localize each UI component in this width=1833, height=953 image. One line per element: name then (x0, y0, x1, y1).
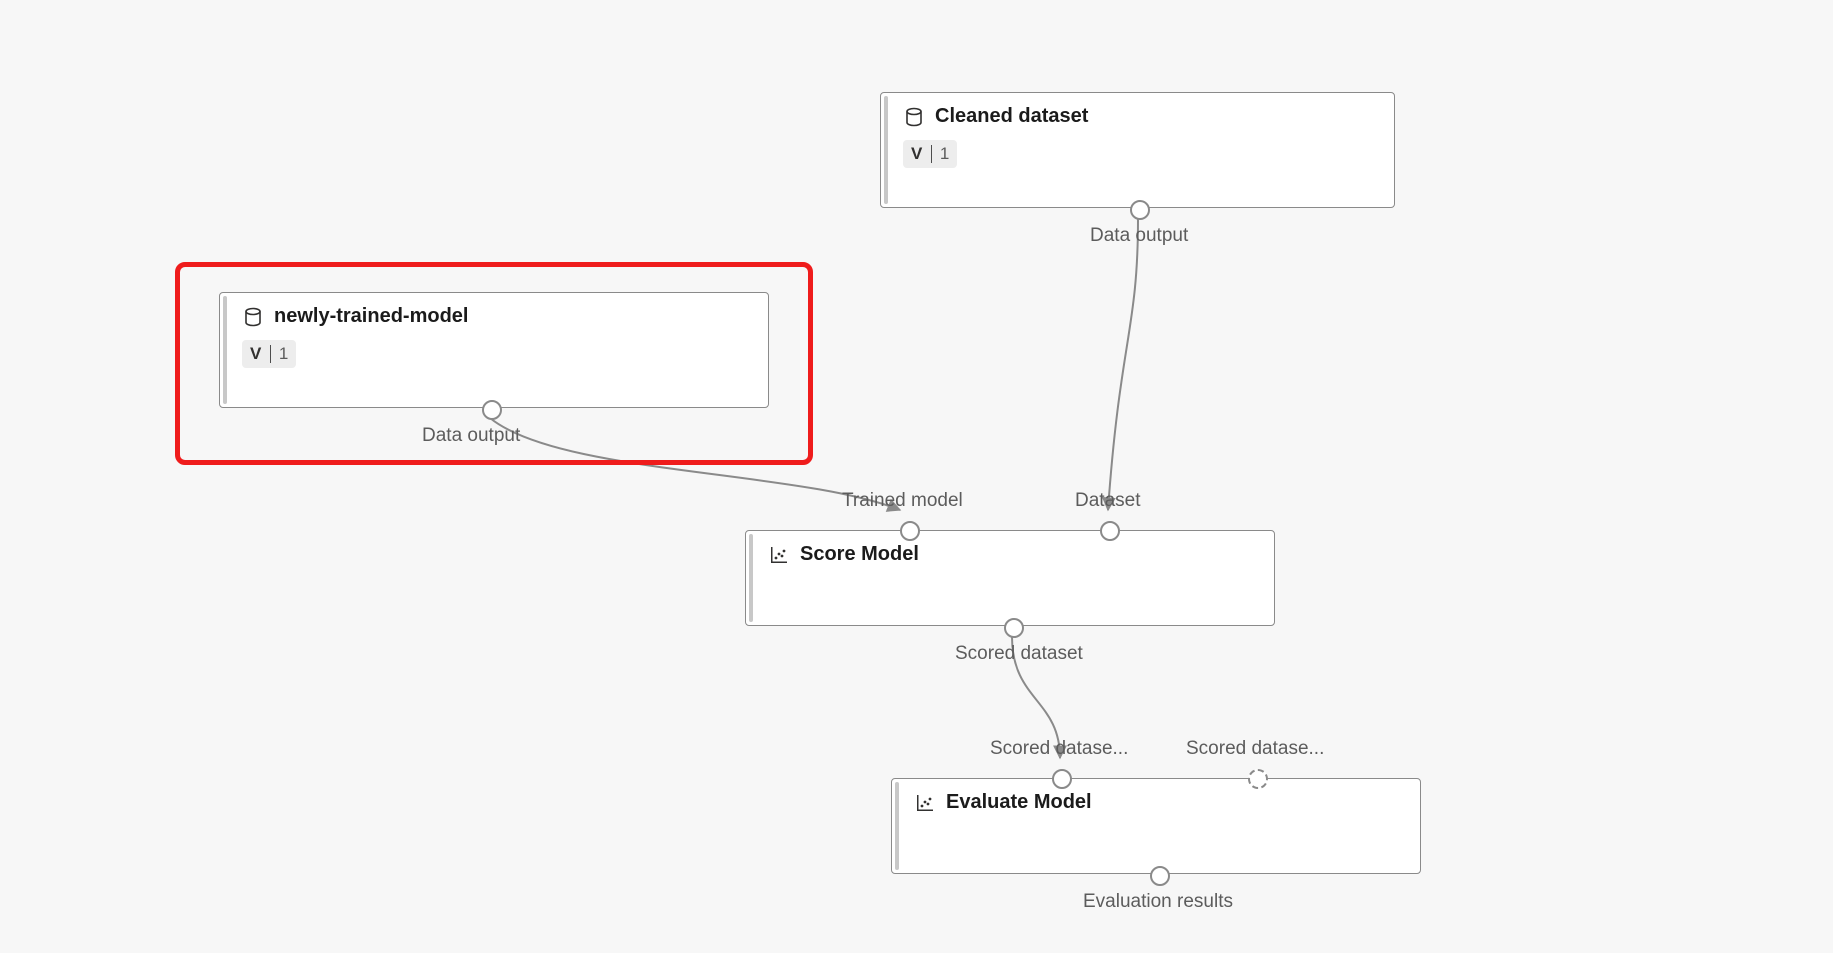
port-label: Scored datase... (1186, 738, 1324, 760)
pipeline-canvas[interactable]: Cleaned dataset V 1 Data output newly-tr… (0, 0, 1833, 953)
scatter-icon (768, 544, 790, 566)
version-badge: V 1 (242, 340, 296, 368)
port-eval-in2-optional[interactable] (1248, 769, 1268, 789)
version-separator (270, 345, 271, 363)
port-score-in-dataset[interactable] (1100, 521, 1120, 541)
node-stripe (223, 296, 227, 404)
version-letter: V (911, 144, 923, 164)
node-title: Cleaned dataset (935, 105, 1088, 128)
node-stripe (749, 534, 753, 622)
port-cleaned-out[interactable] (1130, 200, 1150, 220)
port-score-in-trained-model[interactable] (900, 521, 920, 541)
port-label: Data output (1090, 225, 1188, 247)
port-eval-out[interactable] (1150, 866, 1170, 886)
version-number: 1 (279, 344, 288, 364)
database-icon (903, 106, 925, 128)
version-number: 1 (940, 144, 949, 164)
node-title: newly-trained-model (274, 305, 468, 328)
node-cleaned-dataset[interactable]: Cleaned dataset V 1 (880, 92, 1395, 208)
node-title: Evaluate Model (946, 791, 1092, 814)
port-label: Dataset (1075, 490, 1140, 512)
version-letter: V (250, 344, 262, 364)
node-score-model[interactable]: Score Model (745, 530, 1275, 626)
port-score-out[interactable] (1004, 618, 1024, 638)
port-eval-in1[interactable] (1052, 769, 1072, 789)
scatter-icon (914, 792, 936, 814)
node-newly-trained-model[interactable]: newly-trained-model V 1 (219, 292, 769, 408)
port-label: Trained model (842, 490, 963, 512)
node-evaluate-model[interactable]: Evaluate Model (891, 778, 1421, 874)
version-separator (931, 145, 932, 163)
port-label: Scored dataset (955, 643, 1083, 665)
node-title: Score Model (800, 543, 919, 566)
port-label: Scored datase... (990, 738, 1128, 760)
database-icon (242, 306, 264, 328)
node-stripe (895, 782, 899, 870)
port-label: Data output (422, 425, 520, 447)
port-label: Evaluation results (1083, 891, 1233, 913)
port-model-out[interactable] (482, 400, 502, 420)
version-badge: V 1 (903, 140, 957, 168)
node-stripe (884, 96, 888, 204)
